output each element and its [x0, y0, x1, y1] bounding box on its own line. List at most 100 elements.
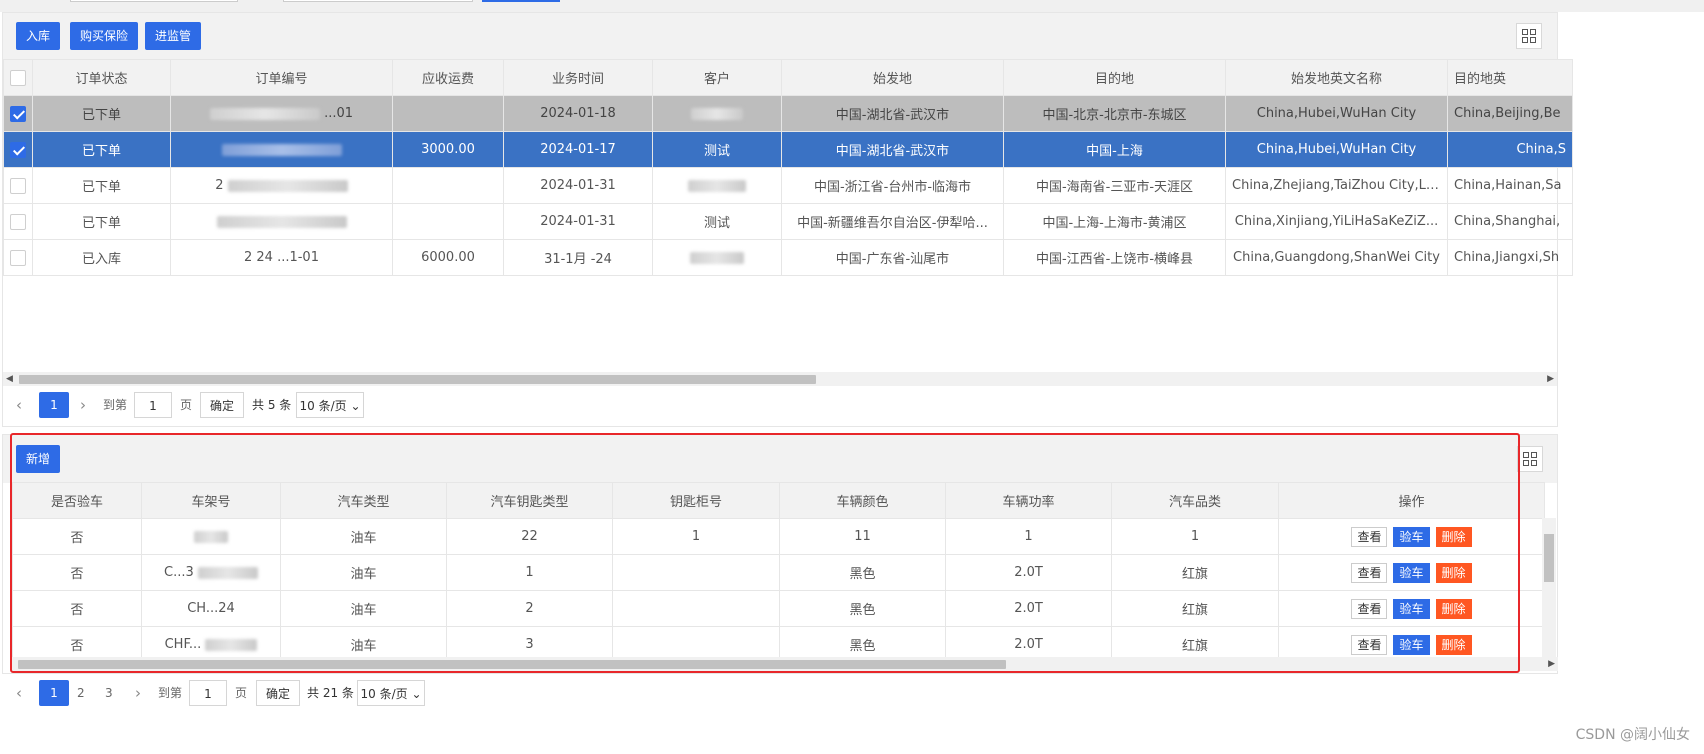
scroll-thumb[interactable] [18, 660, 1006, 669]
col-destination[interactable]: 目的地 [1003, 59, 1226, 96]
col-order-no[interactable]: 订单编号 [170, 59, 393, 96]
inspect-button[interactable]: 验车 [1393, 526, 1430, 547]
col-freight[interactable]: 应收运费 [392, 59, 504, 96]
page-3-button[interactable]: 3 [105, 680, 113, 706]
col-brand[interactable]: 汽车品类 [1111, 482, 1279, 519]
col-dest-en[interactable]: 目的地英 [1447, 59, 1573, 96]
next-page-icon[interactable]: › [135, 680, 141, 706]
goto-page-input[interactable]: 1 [189, 680, 227, 706]
col-key-cabinet[interactable]: 钥匙柜号 [612, 482, 780, 519]
view-button[interactable]: 查看 [1351, 526, 1388, 547]
prev-page-icon[interactable]: ‹ [16, 680, 22, 706]
goto-page-input[interactable]: 1 [134, 392, 172, 418]
cars-horizontal-scrollbar[interactable]: ▶ [12, 657, 1558, 671]
search-input-partial-2[interactable] [283, 0, 473, 2]
search-input-partial[interactable] [70, 0, 238, 2]
table-row: 否 C...3 油车 1 黑色 2.0T 红旗 查看 验车 删除 [12, 554, 1545, 591]
row-checkbox[interactable] [10, 249, 26, 266]
page-size-select[interactable]: 10 条/页 ⌄ [357, 680, 425, 706]
dest-en: China,Beijing,Be [1447, 95, 1573, 132]
col-inspected[interactable]: 是否验车 [12, 482, 142, 519]
scroll-thumb[interactable] [1544, 534, 1554, 582]
orders-horizontal-scrollbar[interactable]: ◀ ▶ [3, 372, 1557, 386]
car-brand: 红旗 [1111, 590, 1279, 627]
col-business-time[interactable]: 业务时间 [503, 59, 653, 96]
row-checkbox[interactable] [10, 177, 26, 194]
origin-en: China,Xinjiang,YiLiHaSaKeZiZ... [1225, 203, 1448, 240]
select-all-cell[interactable] [3, 59, 33, 96]
add-button[interactable]: 新增 [16, 445, 61, 473]
order-no: 2 24 ...1-01 [170, 239, 393, 276]
col-customer[interactable]: 客户 [652, 59, 782, 96]
row-checkbox[interactable] [10, 141, 26, 158]
scroll-thumb[interactable] [19, 375, 816, 384]
supervise-button[interactable]: 进监管 [145, 22, 202, 50]
delete-button[interactable]: 删除 [1435, 562, 1472, 583]
inspect-button[interactable]: 验车 [1393, 562, 1430, 583]
destination: 中国-上海-上海市-黄浦区 [1003, 203, 1226, 240]
table-row[interactable]: 已下单 2 2024-01-31 中国-浙江省-台州市-临海市 中国-海南省-三… [3, 167, 1573, 204]
goto-label: 到第 [103, 398, 128, 412]
delete-button[interactable]: 删除 [1435, 526, 1472, 547]
col-color[interactable]: 车辆颜色 [779, 482, 946, 519]
table-row[interactable]: 已下单 3000.00 2024-01-17 测试 中国-湖北省-武汉市 中国-… [3, 131, 1573, 168]
scroll-right-icon[interactable]: ▶ [1548, 657, 1555, 671]
col-car-type[interactable]: 汽车类型 [280, 482, 447, 519]
row-checkbox[interactable] [10, 213, 26, 230]
view-button[interactable]: 查看 [1351, 634, 1388, 655]
cars-toolbar [3, 435, 1557, 483]
destination: 中国-北京-北京市-东城区 [1003, 95, 1226, 132]
inspect-button[interactable]: 验车 [1393, 598, 1430, 619]
buy-insurance-button[interactable]: 购买保险 [70, 22, 139, 50]
select-all-checkbox[interactable] [10, 69, 26, 86]
row-actions: 查看 验车 删除 [1278, 590, 1545, 627]
page-size-select[interactable]: 10 条/页 ⌄ [296, 392, 364, 418]
cars-vertical-scrollbar[interactable] [1542, 518, 1556, 658]
col-power[interactable]: 车辆功率 [945, 482, 1112, 519]
delete-button[interactable]: 删除 [1435, 634, 1472, 655]
stock-in-button[interactable]: 入库 [16, 22, 61, 50]
search-button-partial[interactable] [482, 0, 560, 2]
row-actions: 查看 验车 删除 [1278, 518, 1545, 555]
origin-en: China,Hubei,WuHan City [1225, 131, 1448, 168]
key-cabinet [612, 554, 780, 591]
goto-confirm-button[interactable]: 确定 [256, 680, 300, 706]
key-cabinet: 1 [612, 518, 780, 555]
page-2-button[interactable]: 2 [77, 680, 85, 706]
goto-confirm-button[interactable]: 确定 [200, 392, 244, 418]
col-actions[interactable]: 操作 [1278, 482, 1545, 519]
col-origin-en[interactable]: 始发地英文名称 [1225, 59, 1448, 96]
column-filter-button[interactable] [1516, 23, 1542, 49]
col-origin[interactable]: 始发地 [781, 59, 1004, 96]
page-1-button[interactable]: 1 [39, 680, 69, 706]
col-order-status[interactable]: 订单状态 [32, 59, 171, 96]
inspected: 否 [12, 554, 142, 591]
delete-button[interactable]: 删除 [1435, 598, 1472, 619]
scroll-right-icon[interactable]: ▶ [1547, 372, 1554, 386]
table-row[interactable]: 已入库 2 24 ...1-01 6000.00 31-1月 -24 中国-广东… [3, 239, 1573, 276]
freight [392, 203, 504, 240]
row-checkbox[interactable] [10, 105, 26, 122]
prev-page-icon[interactable]: ‹ [16, 392, 22, 418]
inspect-button[interactable]: 验车 [1393, 634, 1430, 655]
col-vin[interactable]: 车架号 [141, 482, 281, 519]
page-1-button[interactable]: 1 [39, 392, 69, 418]
view-button[interactable]: 查看 [1351, 598, 1388, 619]
scroll-left-icon[interactable]: ◀ [6, 372, 13, 386]
column-filter-button[interactable] [1517, 446, 1543, 472]
row-actions: 查看 验车 删除 [1278, 554, 1545, 591]
order-no [170, 131, 393, 168]
order-no: ...01 [170, 95, 393, 132]
orders-table: 订单状态 订单编号 应收运费 业务时间 客户 始发地 目的地 始发地英文名称 目… [3, 59, 1573, 276]
col-key-type[interactable]: 汽车钥匙类型 [446, 482, 613, 519]
order-no [170, 203, 393, 240]
view-button[interactable]: 查看 [1351, 562, 1388, 583]
table-row[interactable]: 已下单 2024-01-31 测试 中国-新疆维吾尔自治区-伊犁哈... 中国-… [3, 203, 1573, 240]
table-row[interactable]: 已下单 ...01 2024-01-18 中国-湖北省-武汉市 中国-北京-北京… [3, 95, 1573, 132]
dest-en: China,Jiangxi,Sh [1447, 239, 1573, 276]
next-page-icon[interactable]: › [80, 392, 86, 418]
customer [652, 95, 782, 132]
business-time: 31-1月 -24 [503, 239, 653, 276]
origin: 中国-湖北省-武汉市 [781, 131, 1004, 168]
vin [141, 518, 281, 555]
